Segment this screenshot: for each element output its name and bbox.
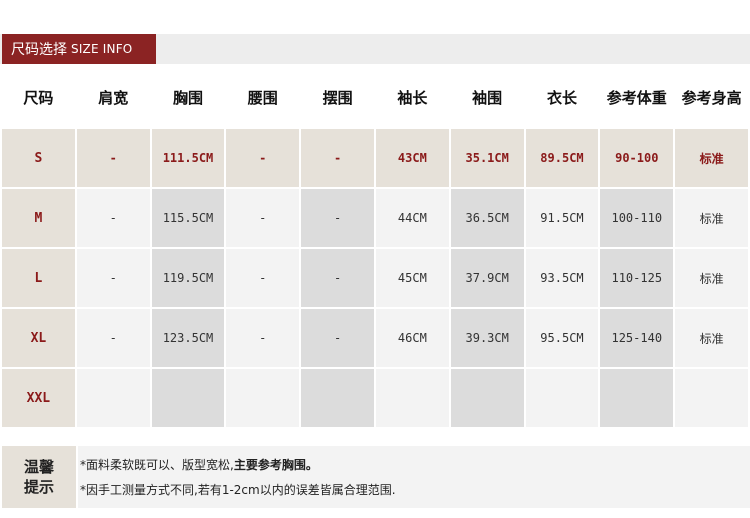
table-row: XXL (2, 369, 748, 427)
header-length: 衣长 (525, 68, 599, 127)
notes-section: 温馨 提示 *面料柔软既可以、版型宽松,主要参考胸围。 *因手工测量方式不同,若… (2, 446, 750, 508)
header-title-zh: 尺码选择 (11, 42, 67, 58)
table-cell: 100-110 (600, 189, 674, 247)
table-cell (301, 369, 374, 427)
table-cell: - (301, 189, 374, 247)
table-cell: - (226, 249, 300, 307)
size-cell: XL (2, 309, 75, 367)
table-cell: 90-100 (600, 129, 674, 187)
table-cell (375, 369, 449, 427)
header-height: 参考身高 (675, 68, 748, 127)
size-cell: S (2, 129, 75, 187)
table-cell: 43CM (375, 129, 449, 187)
header-size: 尺码 (2, 68, 75, 127)
size-info-tab: 尺码选择 SIZE INFO (2, 34, 156, 64)
table-cell: 标准 (675, 309, 748, 367)
table-cell: - (76, 249, 150, 307)
table-cell: - (76, 129, 150, 187)
header-chest: 胸围 (151, 68, 225, 127)
table-cell: - (76, 309, 150, 367)
table-cell: 39.3CM (450, 309, 524, 367)
table-cell: - (226, 189, 300, 247)
header-sleeve-width: 袖围 (450, 68, 524, 127)
table-row: L - 119.5CM - - 45CM 37.9CM 93.5CM 110-1… (2, 249, 748, 307)
header-title-en: SIZE INFO (71, 42, 133, 56)
table-cell (76, 369, 150, 427)
table-header-row: 尺码 肩宽 胸围 腰围 摆围 袖长 袖围 衣长 参考体重 参考身高 (2, 68, 748, 127)
header-sleeve-length: 袖长 (375, 68, 449, 127)
table-cell: 标准 (675, 189, 748, 247)
table-cell: 45CM (375, 249, 449, 307)
table-cell: - (301, 309, 374, 367)
table-cell: 89.5CM (525, 129, 599, 187)
table-cell: - (301, 129, 374, 187)
notes-line-1: *面料柔软既可以、版型宽松,主要参考胸围。 (80, 456, 750, 473)
header-hem: 摆围 (301, 68, 374, 127)
table-cell: 46CM (375, 309, 449, 367)
notes-label-line2: 提示 (23, 478, 54, 496)
size-table: 尺码 肩宽 胸围 腰围 摆围 袖长 袖围 衣长 参考体重 参考身高 S - 11… (0, 66, 750, 429)
table-cell: - (76, 189, 150, 247)
table-cell (151, 369, 225, 427)
table-cell (226, 369, 300, 427)
notes-line-2: *因手工测量方式不同,若有1-2cm以内的误差皆属合理范围. (80, 483, 396, 497)
table-cell: 91.5CM (525, 189, 599, 247)
table-cell: 123.5CM (151, 309, 225, 367)
table-cell: 110-125 (600, 249, 674, 307)
header-weight: 参考体重 (600, 68, 674, 127)
table-cell: 36.5CM (450, 189, 524, 247)
table-cell: 119.5CM (151, 249, 225, 307)
table-cell (675, 369, 748, 427)
table-cell: 111.5CM (151, 129, 225, 187)
table-cell: 95.5CM (525, 309, 599, 367)
table-cell (450, 369, 524, 427)
table-cell: - (226, 309, 300, 367)
header-waist: 腰围 (226, 68, 300, 127)
header-shoulder: 肩宽 (76, 68, 150, 127)
table-cell: 93.5CM (525, 249, 599, 307)
size-info-page: 尺码选择 SIZE INFO 尺码 肩宽 胸围 腰围 摆围 袖长 袖围 衣长 参… (0, 0, 750, 518)
table-cell: - (301, 249, 374, 307)
table-row: S - 111.5CM - - 43CM 35.1CM 89.5CM 90-10… (2, 129, 748, 187)
table-cell: 115.5CM (151, 189, 225, 247)
notes-label: 温馨 提示 (2, 446, 76, 508)
notes-line-1-emphasis: 主要参考胸围。 (233, 458, 318, 472)
table-row: XL - 123.5CM - - 46CM 39.3CM 95.5CM 125-… (2, 309, 748, 367)
table-cell: 125-140 (600, 309, 674, 367)
notes-body: *面料柔软既可以、版型宽松,主要参考胸围。 *因手工测量方式不同,若有1-2cm… (78, 446, 750, 508)
table-cell: 标准 (675, 249, 748, 307)
table-cell: 37.9CM (450, 249, 524, 307)
table-cell (600, 369, 674, 427)
table-cell: - (226, 129, 300, 187)
table-cell: 35.1CM (450, 129, 524, 187)
size-cell: L (2, 249, 75, 307)
size-cell: M (2, 189, 75, 247)
notes-line-1-text: *面料柔软既可以、版型宽松, (80, 458, 234, 472)
size-cell: XXL (2, 369, 75, 427)
table-cell (525, 369, 599, 427)
table-cell: 标准 (675, 129, 748, 187)
table-row: M - 115.5CM - - 44CM 36.5CM 91.5CM 100-1… (2, 189, 748, 247)
notes-label-line1: 温馨 (23, 458, 54, 476)
table-cell: 44CM (375, 189, 449, 247)
